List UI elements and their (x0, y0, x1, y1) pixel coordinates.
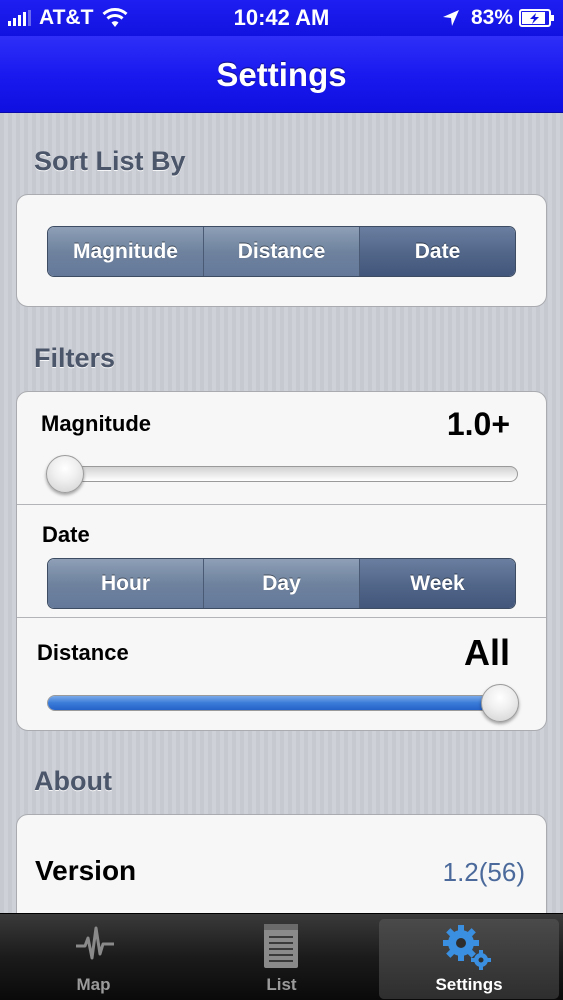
date-segmented-control: Hour Day Week (47, 558, 516, 609)
about-section-header: About (34, 766, 112, 796)
sort-option-magnitude[interactable]: Magnitude (48, 227, 204, 276)
magnitude-value: 1.0+ (446, 406, 510, 442)
magnitude-slider-track[interactable] (47, 466, 518, 482)
distance-slider-track[interactable] (47, 695, 518, 711)
notepad-icon (264, 924, 298, 968)
filters-section-header: Filters (34, 343, 116, 373)
magnitude-label: Magnitude (41, 411, 151, 436)
distance-value: All (463, 632, 510, 673)
version-label: Version (35, 855, 137, 886)
magnitude-slider-thumb[interactable] (46, 455, 84, 493)
heartbeat-icon (76, 926, 114, 960)
tab-settings-label: Settings (435, 975, 503, 994)
distance-label: Distance (37, 640, 129, 665)
status-right: 83% (441, 6, 555, 30)
sort-option-date[interactable]: Date (360, 227, 515, 276)
date-option-week[interactable]: Week (360, 559, 515, 608)
sort-section-header: Sort List By (34, 146, 186, 176)
tab-map-label: Map (76, 975, 111, 994)
version-value: 1.2(56) (442, 857, 525, 887)
date-option-day[interactable]: Day (204, 559, 360, 608)
battery-charging-icon (519, 9, 554, 27)
sort-card: Magnitude Distance Date (16, 194, 547, 307)
gears-icon (443, 925, 491, 970)
sort-option-distance[interactable]: Distance (204, 227, 360, 276)
tab-bar: Map List Settings (0, 913, 563, 1000)
filters-card: Magnitude 1.0+ Date Hour Day Week Distan… (16, 391, 547, 731)
sort-segmented-control: Magnitude Distance Date (47, 226, 516, 277)
date-label: Date (42, 522, 90, 547)
tab-list[interactable]: List (187, 914, 376, 1000)
distance-slider-thumb[interactable] (481, 684, 519, 722)
date-option-hour[interactable]: Hour (48, 559, 204, 608)
distance-slider-fill (48, 696, 517, 710)
page-title: Settings (216, 56, 347, 93)
status-bar: AT&T 10:42 AM 83% (0, 0, 563, 36)
location-arrow-icon (442, 10, 459, 26)
navigation-bar: Settings (0, 36, 563, 113)
battery-percentage: 83% (470, 6, 513, 29)
row-divider (17, 617, 546, 618)
tab-settings[interactable]: Settings (379, 919, 559, 999)
row-divider (17, 504, 546, 505)
tab-map[interactable]: Map (0, 914, 187, 1000)
tab-list-label: List (266, 975, 297, 994)
